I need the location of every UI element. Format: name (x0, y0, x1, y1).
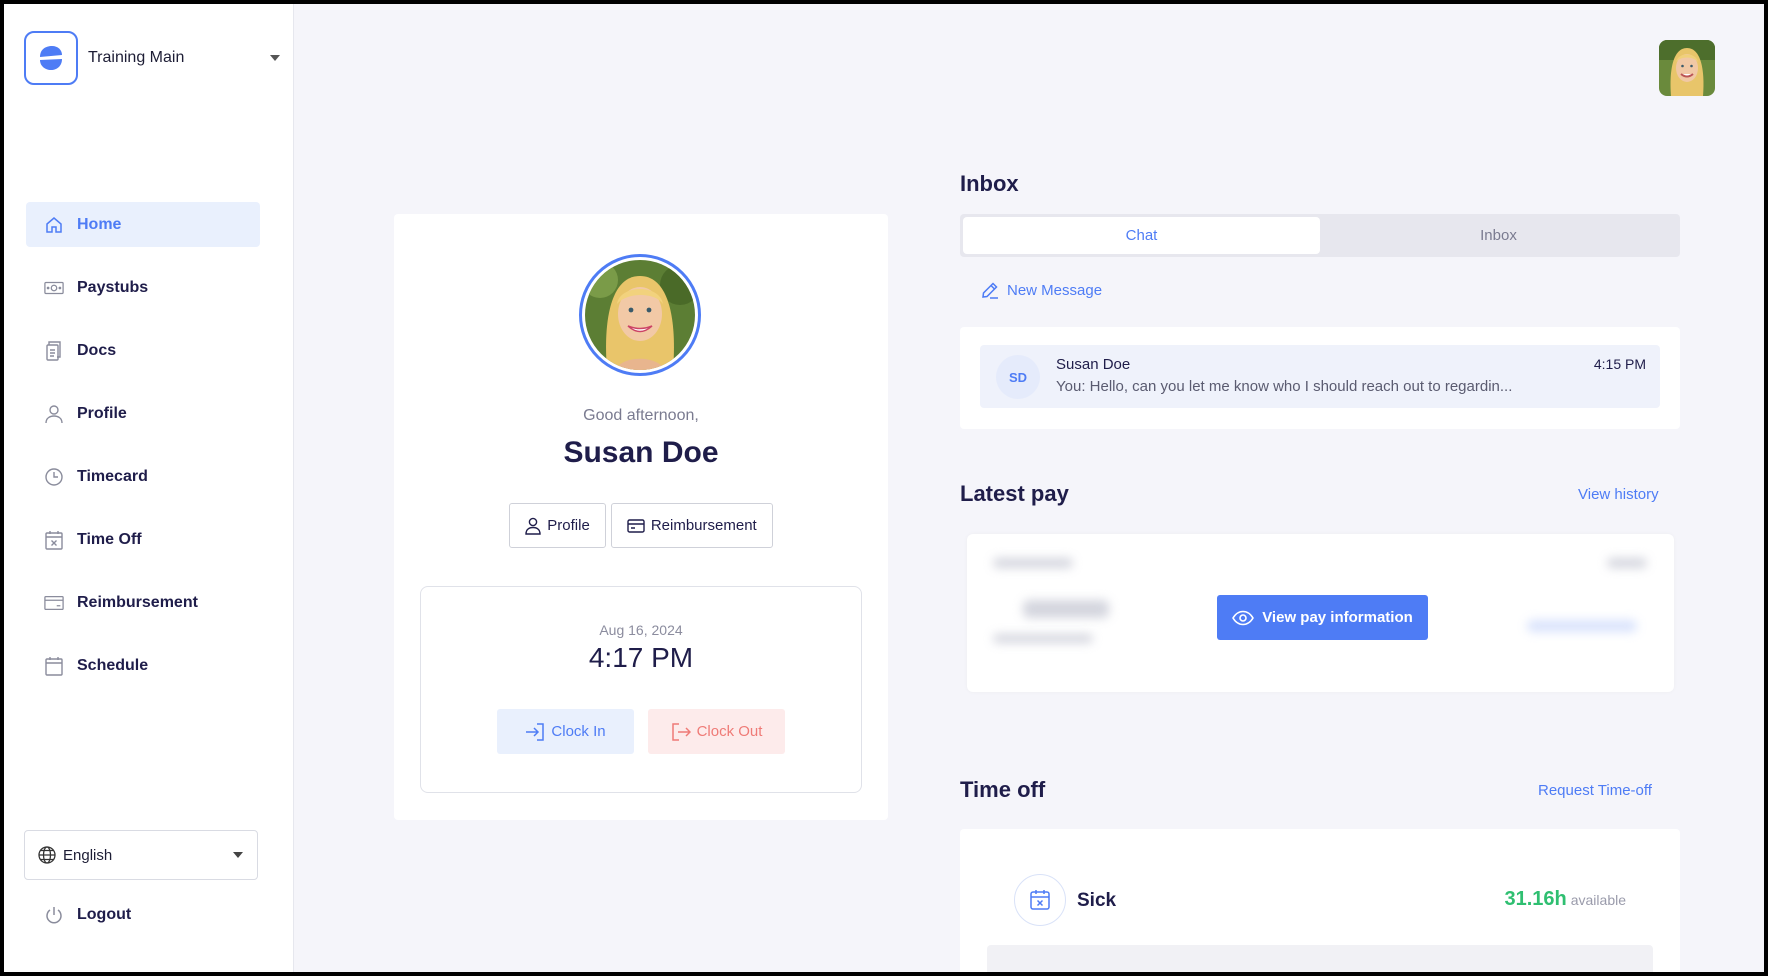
list-item (987, 945, 1653, 972)
greeting-text: Good afternoon, (583, 407, 699, 424)
view-history-link[interactable]: View history (1578, 486, 1659, 503)
sidebar: Training Main Home Paystubs Docs Profile… (4, 4, 294, 972)
time-off-title: Time off (960, 777, 1046, 802)
card-icon (44, 593, 64, 613)
user-name: Susan Doe (563, 436, 719, 469)
time-off-balance: 31.16h available (1504, 888, 1626, 911)
hours-value: 31.16h (1504, 888, 1567, 910)
message-time: 4:15 PM (1593, 356, 1646, 372)
card-icon (627, 518, 645, 533)
user-icon (525, 517, 541, 535)
profile-actions: Profile Reimbursement (394, 503, 888, 548)
calendar-x-icon (1014, 874, 1066, 926)
nav-label: Home (77, 215, 122, 233)
org-name: Training Main (88, 49, 185, 66)
app-window: Training Main Home Paystubs Docs Profile… (4, 4, 1764, 972)
nav-label: Schedule (77, 656, 149, 674)
main-nav: Home Paystubs Docs Profile Timecard Time… (26, 202, 260, 706)
profile-card: Good afternoon, Susan Doe Profile Reimbu… (394, 214, 888, 820)
request-time-off-link[interactable]: Request Time-off (1538, 782, 1652, 799)
nav-label: Reimbursement (77, 593, 198, 611)
pencil-icon (980, 280, 1000, 300)
view-pay-label: View pay information (1262, 609, 1413, 626)
reimbursement-button[interactable]: Reimbursement (610, 503, 773, 548)
new-message-button[interactable]: New Message (980, 280, 1102, 300)
nav-item-docs[interactable]: Docs (26, 328, 260, 373)
current-date: Aug 16, 2024 (599, 622, 683, 638)
clock-actions: Clock In Clock Out (421, 709, 861, 754)
clock-in-label: Clock In (551, 723, 606, 740)
language-value: English (63, 846, 113, 864)
profile-button[interactable]: Profile (509, 503, 606, 548)
nav-item-time-off[interactable]: Time Off (26, 517, 260, 562)
clock-out-label: Clock Out (696, 723, 763, 740)
time-off-card: Sick 31.16h available (960, 829, 1680, 972)
nav-item-home[interactable]: Home (26, 202, 260, 247)
profile-button-label: Profile (547, 517, 590, 534)
logout-icon (671, 722, 691, 741)
clock-out-button[interactable]: Clock Out (648, 709, 785, 754)
user-icon (44, 404, 64, 424)
user-avatar[interactable] (1659, 40, 1715, 96)
logout-label: Logout (77, 906, 132, 923)
nav-label: Profile (77, 404, 127, 422)
nav-item-timecard[interactable]: Timecard (26, 454, 260, 499)
nav-label: Docs (77, 341, 117, 359)
nav-item-schedule[interactable]: Schedule (26, 643, 260, 688)
time-clock: Aug 16, 2024 4:17 PM Clock In Clock Out (420, 586, 862, 793)
calendar-icon (44, 656, 64, 676)
profile-avatar (579, 254, 701, 376)
blurred-placeholder (993, 558, 1073, 568)
blurred-placeholder (1607, 558, 1647, 568)
view-pay-button[interactable]: View pay information (1217, 595, 1428, 640)
document-icon (44, 340, 64, 361)
power-icon (44, 905, 64, 925)
nav-item-paystubs[interactable]: Paystubs (26, 265, 260, 310)
clock-icon (44, 467, 64, 487)
message-preview: You: Hello, can you let me know who I sh… (1056, 378, 1513, 395)
globe-icon (37, 845, 57, 865)
eye-icon (1232, 610, 1255, 626)
chevron-down-icon (270, 55, 280, 61)
nav-item-profile[interactable]: Profile (26, 391, 260, 436)
nav-item-reimbursement[interactable]: Reimbursement (26, 580, 260, 625)
login-icon (525, 722, 545, 741)
home-icon (44, 215, 64, 235)
company-logo-icon (24, 31, 78, 85)
nav-label: Paystubs (77, 278, 149, 296)
message-item[interactable]: SD Susan Doe 4:15 PM You: Hello, can you… (980, 345, 1660, 408)
latest-pay-card: View pay information (967, 534, 1674, 692)
org-switcher[interactable]: Training Main (24, 31, 288, 85)
sender-name: Susan Doe (1056, 356, 1131, 373)
new-message-label: New Message (1007, 281, 1103, 299)
blurred-placeholder (1023, 600, 1109, 618)
time-off-type: Sick (1077, 890, 1117, 911)
money-icon (44, 278, 64, 298)
sender-avatar: SD (996, 355, 1040, 399)
clock-in-button[interactable]: Clock In (497, 709, 634, 754)
latest-pay-title: Latest pay (960, 481, 1069, 506)
hours-unit: available (1570, 892, 1626, 908)
inbox-tabs: Chat Inbox (960, 214, 1680, 257)
chevron-down-icon (233, 852, 243, 858)
calendar-x-icon (44, 530, 64, 550)
reimbursement-button-label: Reimbursement (650, 517, 757, 534)
tab-inbox[interactable]: Inbox (1320, 217, 1677, 254)
tab-chat[interactable]: Chat (963, 217, 1320, 254)
inbox-title: Inbox (960, 171, 1019, 196)
blurred-placeholder (993, 634, 1093, 643)
blurred-placeholder (1527, 620, 1637, 632)
message-list: SD Susan Doe 4:15 PM You: Hello, can you… (960, 327, 1680, 429)
nav-label: Time Off (77, 530, 142, 548)
nav-label: Timecard (77, 467, 148, 485)
language-select[interactable]: English (24, 830, 258, 880)
logout-button[interactable]: Logout (26, 893, 260, 937)
current-time: 4:17 PM (588, 642, 694, 673)
